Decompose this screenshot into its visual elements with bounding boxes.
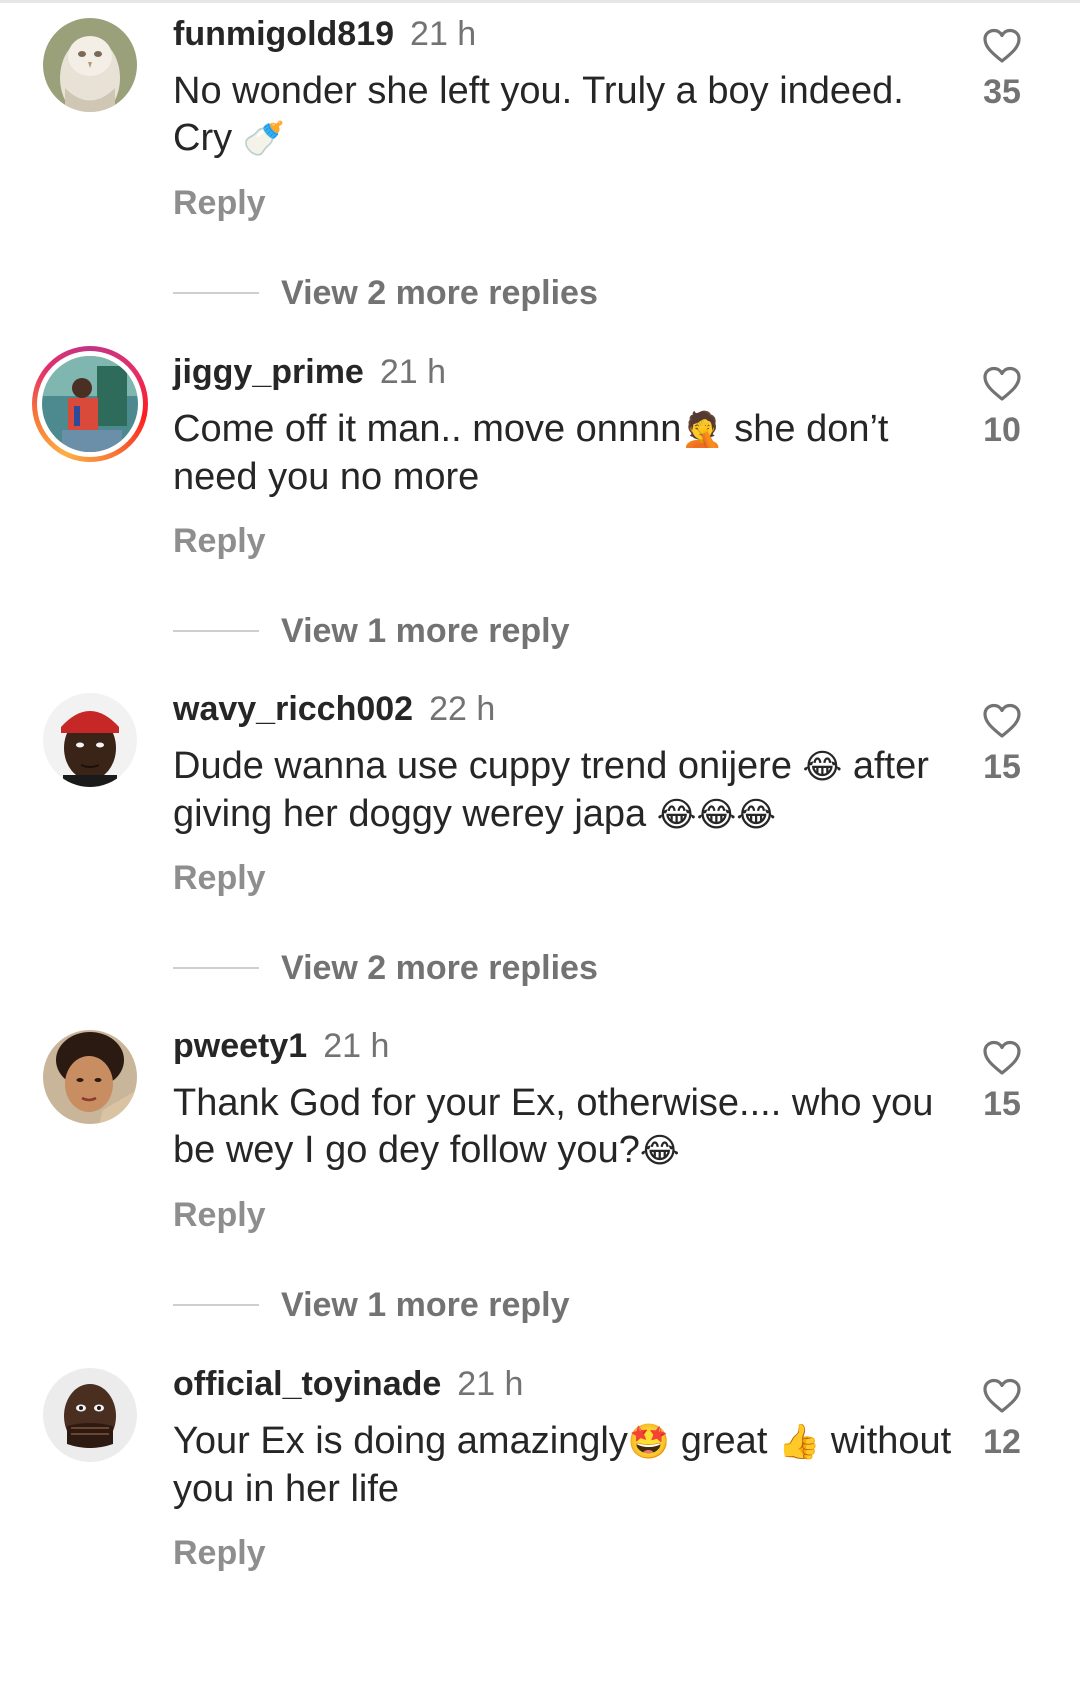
timestamp: 21 h: [410, 15, 477, 53]
view-more-replies-button[interactable]: View 2 more replies: [173, 948, 598, 988]
thumbs-up-emoji: 👍: [777, 1422, 821, 1462]
woman-avatar-image: [43, 1030, 137, 1124]
comment-item: pweety1 21 h Thank God for your Ex, other…: [0, 1012, 1080, 1352]
comment-text-part: Dude wanna use cuppy trend onijere: [173, 745, 792, 787]
timestamp: 21 h: [379, 353, 447, 391]
comment-meta: funmigold819 21 h: [173, 14, 476, 54]
view-more-replies-label: View 1 more reply: [281, 1285, 570, 1324]
avatar[interactable]: [43, 693, 137, 787]
view-more-replies-button[interactable]: View 2 more replies: [173, 273, 598, 313]
avatar-inner: [37, 351, 143, 457]
timestamp: 21 h: [457, 1365, 524, 1403]
comment-meta: jiggy_prime 21 h: [173, 352, 446, 392]
comment-item: funmigold819 21 h No wonder she left you.…: [0, 0, 1080, 340]
like-control: 10: [972, 366, 1032, 450]
comment-text: Come off it man.. move onnnn🤦 she don’t …: [173, 406, 953, 501]
heart-icon[interactable]: [982, 1040, 1022, 1076]
avatar-with-story-ring[interactable]: [32, 346, 148, 462]
view-more-replies-button[interactable]: View 1 more reply: [173, 611, 570, 651]
tears-of-joy-emoji: 😂: [639, 1131, 680, 1171]
comment-text: Dude wanna use cuppy trend onijere 😂 aft…: [173, 743, 953, 839]
avatar[interactable]: [43, 1368, 137, 1462]
comment-text: No wonder she left you. Truly a boy inde…: [173, 68, 953, 163]
tears-of-joy-emoji: 😂: [802, 747, 843, 787]
heart-icon[interactable]: [982, 1378, 1022, 1414]
reply-button[interactable]: Reply: [173, 1195, 266, 1235]
avatar[interactable]: [43, 1030, 137, 1124]
comment-item: wavy_ricch002 22 h Dude wanna use cuppy t…: [0, 675, 1080, 1015]
comment-text-part: Your Ex is doing amazingly: [173, 1420, 628, 1462]
username[interactable]: funmigold819: [173, 15, 394, 53]
view-more-divider: [173, 630, 259, 632]
hand-over-mouth-avatar-image: [43, 1368, 137, 1462]
like-control: 12: [972, 1378, 1032, 1462]
like-control: 35: [972, 28, 1032, 112]
heart-icon[interactable]: [982, 703, 1022, 739]
username[interactable]: jiggy_prime: [173, 353, 364, 391]
comment-item: jiggy_prime 21 h Come off it man.. move o…: [0, 338, 1080, 678]
heart-icon[interactable]: [982, 366, 1022, 402]
person-avatar-image: [42, 356, 138, 452]
view-more-replies-label: View 2 more replies: [281, 273, 598, 312]
star-struck-emoji: 🤩: [627, 1422, 671, 1462]
view-more-divider: [173, 1304, 259, 1306]
tears-of-joy-emoji-group: 😂😂😂: [656, 795, 776, 835]
comment-meta: pweety1 21 h: [173, 1026, 389, 1066]
timestamp: 22 h: [429, 690, 496, 728]
comment-meta: official_toyinade 21 h: [173, 1364, 523, 1404]
comment-text-part: Come off it man.. move onnnn: [173, 408, 682, 450]
view-more-replies-button[interactable]: View 1 more reply: [173, 1285, 570, 1325]
timestamp: 21 h: [323, 1027, 390, 1065]
view-more-replies-label: View 1 more reply: [281, 611, 570, 650]
reply-button[interactable]: Reply: [173, 521, 266, 561]
like-count: 10: [983, 411, 1021, 449]
like-control: 15: [972, 1040, 1032, 1124]
view-more-replies-label: View 2 more replies: [281, 948, 598, 987]
like-count: 15: [983, 748, 1021, 786]
man-red-cap-avatar-image: [43, 693, 137, 787]
like-control: 15: [972, 703, 1032, 787]
reply-button[interactable]: Reply: [173, 1533, 266, 1573]
like-count: 12: [983, 1423, 1021, 1461]
username[interactable]: official_toyinade: [173, 1365, 441, 1403]
like-count: 35: [983, 73, 1021, 111]
comment-meta: wavy_ricch002 22 h: [173, 689, 495, 729]
comment-item: official_toyinade 21 h Your Ex is doing a…: [0, 1350, 1080, 1690]
comment-text-body: Thank God for your Ex, otherwise.... who…: [173, 1082, 934, 1171]
comment-text-part: great: [670, 1420, 778, 1462]
reply-button[interactable]: Reply: [173, 858, 266, 898]
view-more-divider: [173, 967, 259, 969]
like-count: 15: [983, 1085, 1021, 1123]
view-more-divider: [173, 292, 259, 294]
owl-avatar-image: [43, 18, 137, 112]
avatar[interactable]: [43, 18, 137, 112]
baby-bottle-emoji: 🍼: [242, 119, 286, 159]
username[interactable]: wavy_ricch002: [173, 690, 413, 728]
comment-text: Thank God for your Ex, otherwise.... who…: [173, 1080, 953, 1175]
reply-button[interactable]: Reply: [173, 183, 266, 223]
comment-text: Your Ex is doing amazingly🤩 great 👍 with…: [173, 1418, 953, 1513]
heart-icon[interactable]: [982, 28, 1022, 64]
username[interactable]: pweety1: [173, 1027, 307, 1065]
facepalm-emoji: 🤦: [681, 410, 724, 450]
